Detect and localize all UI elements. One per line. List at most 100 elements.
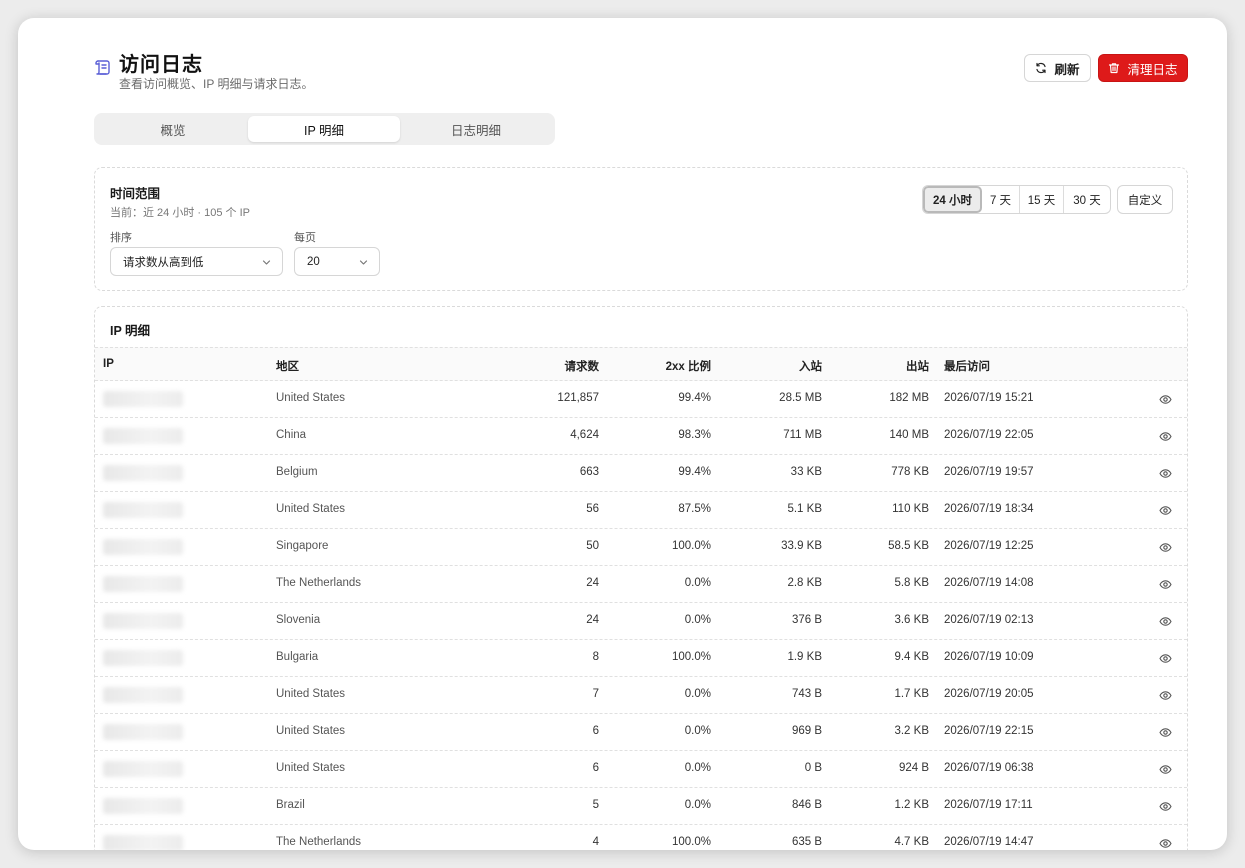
ratio-cell: 100.0% bbox=[671, 836, 711, 848]
eye-icon[interactable] bbox=[1159, 837, 1172, 850]
ratio-cell: 100.0% bbox=[671, 540, 711, 552]
eye-icon[interactable] bbox=[1159, 504, 1172, 517]
clear-logs-button-label: 清理日志 bbox=[1127, 62, 1178, 77]
ip-cell-redacted bbox=[103, 724, 183, 740]
eye-icon[interactable] bbox=[1159, 578, 1172, 591]
ratio-cell: 98.3% bbox=[678, 429, 711, 441]
page-subtitle: 查看访问概览、IP 明细与请求日志。 bbox=[119, 77, 314, 91]
range-30d-button[interactable]: 30 天 bbox=[1064, 186, 1110, 213]
table-row[interactable]: The Netherlands 4 100.0% 635 B 4.7 KB 2026/07… bbox=[95, 825, 1187, 850]
region-cell: Belgium bbox=[276, 466, 318, 478]
tab-ip-details[interactable]: IP 明细 bbox=[248, 116, 400, 142]
last-visit-cell: 2026/07/19 10:09 bbox=[944, 651, 1034, 663]
eye-icon[interactable] bbox=[1159, 800, 1172, 813]
ip-cell-redacted bbox=[103, 391, 183, 407]
outbound-cell: 778 KB bbox=[891, 466, 929, 478]
chevron-down-icon bbox=[262, 260, 271, 265]
requests-cell: 663 bbox=[579, 466, 599, 478]
table-row[interactable]: United States 7 0.0% 743 B 1.7 KB 2026/07/19 … bbox=[95, 677, 1187, 714]
ratio-cell: 99.4% bbox=[678, 466, 711, 478]
custom-range-button[interactable]: 自定义 bbox=[1117, 185, 1173, 214]
tab-log-details[interactable]: 日志明细 bbox=[400, 116, 552, 142]
eye-icon[interactable] bbox=[1159, 689, 1172, 702]
requests-cell: 4 bbox=[592, 836, 599, 848]
inbound-cell: 743 B bbox=[791, 688, 822, 700]
eye-icon[interactable] bbox=[1159, 541, 1172, 554]
outbound-cell: 1.2 KB bbox=[894, 799, 929, 811]
outbound-cell: 140 MB bbox=[889, 429, 929, 441]
outbound-cell: 182 MB bbox=[889, 392, 929, 404]
outbound-cell: 110 KB bbox=[892, 503, 929, 515]
table-row[interactable]: Slovenia 24 0.0% 376 B 3.6 KB 2026/07/19 02:1… bbox=[95, 603, 1187, 640]
table-row[interactable]: The Netherlands 24 0.0% 2.8 KB 5.8 KB 2026/07… bbox=[95, 566, 1187, 603]
eye-icon[interactable] bbox=[1159, 763, 1172, 776]
eye-icon[interactable] bbox=[1159, 393, 1172, 406]
ip-table-title: IP 明细 bbox=[110, 324, 151, 338]
requests-cell: 5 bbox=[592, 799, 599, 811]
ratio-cell: 0.0% bbox=[684, 725, 711, 737]
table-row[interactable]: Bulgaria 8 100.0% 1.9 KB 9.4 KB 2026/07/19 10… bbox=[95, 640, 1187, 677]
refresh-button[interactable]: 刷新 bbox=[1024, 54, 1091, 82]
requests-cell: 24 bbox=[586, 614, 599, 626]
last-visit-cell: 2026/07/19 22:05 bbox=[944, 429, 1034, 441]
ip-cell-redacted bbox=[103, 502, 183, 518]
inbound-cell: 846 B bbox=[791, 799, 822, 811]
eye-icon[interactable] bbox=[1159, 430, 1172, 443]
inbound-cell: 711 MB bbox=[783, 429, 822, 441]
sort-select-value: 请求数从高到低 bbox=[123, 256, 204, 269]
refresh-button-label: 刷新 bbox=[1054, 62, 1080, 77]
inbound-cell: 33 KB bbox=[790, 466, 822, 478]
table-row[interactable]: Brazil 5 0.0% 846 B 1.2 KB 2026/07/19 17:11 bbox=[95, 788, 1187, 825]
region-cell: United States bbox=[276, 762, 346, 774]
inbound-cell: 1.9 KB bbox=[787, 651, 822, 663]
table-row[interactable]: United States 56 87.5% 5.1 KB 110 KB 2026/07/… bbox=[95, 492, 1187, 529]
table-row[interactable]: United States 121,857 99.4% 28.5 MB 182 MB 20… bbox=[95, 381, 1187, 418]
column-header-region: 地区 bbox=[276, 361, 299, 373]
region-cell: United States bbox=[276, 725, 346, 737]
outbound-cell: 9.4 KB bbox=[894, 651, 929, 663]
region-cell: United States bbox=[276, 503, 346, 515]
per-page-select-value: 20 bbox=[307, 255, 320, 268]
per-page-select[interactable]: 20 bbox=[294, 247, 380, 276]
trash-icon bbox=[1109, 63, 1120, 74]
requests-cell: 121,857 bbox=[557, 392, 599, 404]
eye-icon[interactable] bbox=[1159, 615, 1172, 628]
outbound-cell: 5.8 KB bbox=[894, 577, 929, 589]
eye-icon[interactable] bbox=[1159, 726, 1172, 739]
table-row[interactable]: Belgium 663 99.4% 33 KB 778 KB 2026/07/19 19:… bbox=[95, 455, 1187, 492]
region-cell: Singapore bbox=[276, 540, 329, 552]
column-header-ip: IP bbox=[103, 358, 114, 370]
sort-select[interactable]: 请求数从高到低 bbox=[110, 247, 283, 276]
refresh-icon bbox=[1036, 62, 1047, 74]
region-cell: The Netherlands bbox=[276, 577, 362, 589]
outbound-cell: 4.7 KB bbox=[894, 836, 929, 848]
page-title: 访问日志 bbox=[119, 54, 203, 76]
range-24h-button[interactable]: 24 小时 bbox=[923, 186, 982, 213]
eye-icon[interactable] bbox=[1159, 467, 1172, 480]
current-range-summary: 当前：近 24 小时 · 105 个 IP bbox=[110, 207, 250, 219]
column-header-2xx-ratio: 2xx 比例 bbox=[665, 361, 711, 373]
inbound-cell: 28.5 MB bbox=[779, 392, 822, 404]
column-header-inbound: 入站 bbox=[799, 361, 822, 373]
table-row[interactable]: United States 6 0.0% 0 B 924 B 2026/07/19 06:… bbox=[95, 751, 1187, 788]
range-7d-button[interactable]: 7 天 bbox=[982, 186, 1020, 213]
ip-cell-redacted bbox=[103, 835, 183, 850]
ip-cell-redacted bbox=[103, 687, 183, 703]
ip-cell-redacted bbox=[103, 650, 183, 666]
view-tabs: 概览 IP 明细 日志明细 bbox=[94, 113, 555, 145]
ip-cell-redacted bbox=[103, 539, 183, 555]
region-cell: Slovenia bbox=[276, 614, 321, 626]
clear-logs-button[interactable]: 清理日志 bbox=[1098, 54, 1188, 82]
table-row[interactable]: United States 6 0.0% 969 B 3.2 KB 2026/07/19 … bbox=[95, 714, 1187, 751]
last-visit-cell: 2026/07/19 22:15 bbox=[944, 725, 1034, 737]
eye-icon[interactable] bbox=[1159, 652, 1172, 665]
column-header-last-visit: 最后访问 bbox=[944, 361, 990, 373]
ip-cell-redacted bbox=[103, 798, 183, 814]
ratio-cell: 0.0% bbox=[684, 577, 711, 589]
range-button-group: 24 小时 7 天 15 天 30 天 bbox=[922, 185, 1111, 214]
table-row[interactable]: Singapore 50 100.0% 33.9 KB 58.5 KB 2026/07/1… bbox=[95, 529, 1187, 566]
requests-cell: 6 bbox=[592, 762, 599, 774]
tab-overview[interactable]: 概览 bbox=[97, 116, 249, 142]
table-row[interactable]: China 4,624 98.3% 711 MB 140 MB 2026/07/19 22… bbox=[95, 418, 1187, 455]
range-15d-button[interactable]: 15 天 bbox=[1020, 186, 1064, 213]
